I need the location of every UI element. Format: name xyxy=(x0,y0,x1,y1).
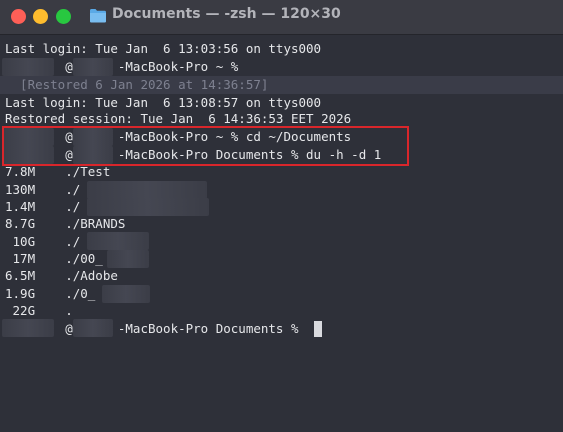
redacted-username xyxy=(2,319,54,337)
window-title: Documents — -zsh — 120×30 xyxy=(112,6,341,22)
minimize-window-button[interactable] xyxy=(33,9,48,24)
restored-notice: [Restored 6 Jan 2026 at 14:36:57] xyxy=(5,77,269,92)
terminal-line: Last login: Tue Jan 6 13:08:57 on ttys00… xyxy=(5,95,322,110)
terminal-line: 6.5M ./Adobe xyxy=(5,268,118,283)
redacted-hostname xyxy=(73,58,113,76)
redacted-folder-name xyxy=(87,232,149,250)
terminal-line: 22G . xyxy=(5,303,73,318)
terminal-window: Documents — -zsh — 120×30 Last login: Tu… xyxy=(0,0,563,432)
maximize-window-button[interactable] xyxy=(56,9,71,24)
terminal-line: 130M ./ xyxy=(5,182,81,197)
terminal-line: 8.7G ./BRANDS xyxy=(5,216,126,231)
redacted-folder-name xyxy=(107,250,149,268)
terminal-line: 10G ./ xyxy=(5,234,81,249)
terminal-line: 7.8M ./Test xyxy=(5,164,111,179)
close-window-button[interactable] xyxy=(11,9,26,24)
highlighted-commands-box xyxy=(2,126,409,166)
folder-icon xyxy=(90,9,106,23)
text-cursor xyxy=(314,321,322,337)
terminal-line: 1.9G ./0_ xyxy=(5,286,96,301)
terminal-line: Restored session: Tue Jan 6 14:36:53 EET… xyxy=(5,111,352,126)
redacted-username xyxy=(2,58,54,76)
terminal-line: 17M ./00_ xyxy=(5,251,103,266)
title-bar: Documents — -zsh — 120×30 xyxy=(0,0,563,35)
terminal-line: Last login: Tue Jan 6 13:03:56 on ttys00… xyxy=(5,41,322,56)
terminal-output[interactable]: Last login: Tue Jan 6 13:03:56 on ttys00… xyxy=(0,35,563,432)
terminal-line: 1.4M ./ xyxy=(5,199,81,214)
redacted-hostname xyxy=(73,319,113,337)
redacted-folder-name xyxy=(87,198,209,216)
redacted-folder-name xyxy=(87,181,207,199)
redacted-folder-name xyxy=(102,285,150,303)
